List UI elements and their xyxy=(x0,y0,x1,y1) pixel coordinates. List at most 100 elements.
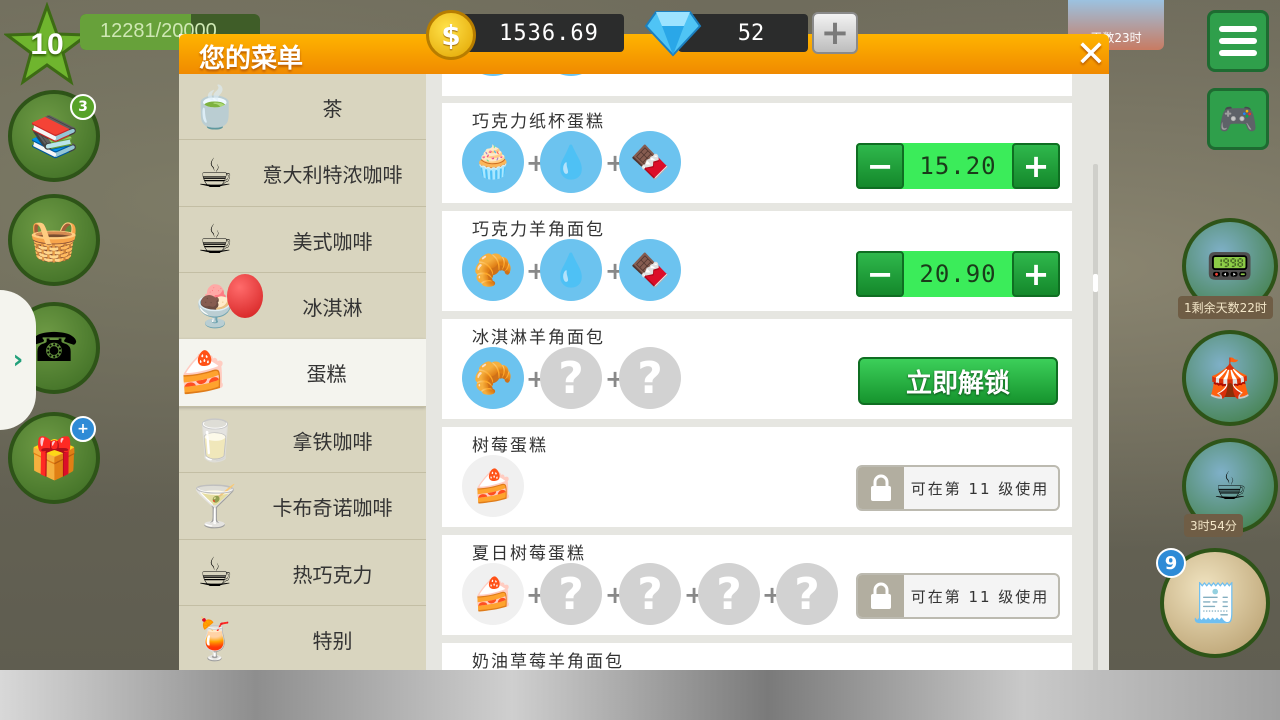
unknown-ingredient-icon: ? xyxy=(540,347,602,409)
increase-price-button[interactable]: + xyxy=(1012,251,1060,297)
card-terminal-icon: 📟 xyxy=(1206,243,1254,288)
category-item[interactable]: 🍹 特别 xyxy=(179,606,426,670)
recipe-name: 夏日树莓蛋糕 xyxy=(472,544,586,564)
category-item[interactable]: 🍸 卡布奇诺咖啡 xyxy=(179,473,426,540)
coin-amount: 1536.69 xyxy=(499,20,599,46)
gift-icon: 🎁 xyxy=(29,435,79,482)
menu-line xyxy=(1219,26,1257,32)
chocolate-drop-icon: 💧 xyxy=(540,239,602,301)
unknown-ingredient-icon: ? xyxy=(698,563,760,625)
croissant-icon: 🥐 xyxy=(462,239,524,301)
tent-icon: 🎪 xyxy=(1206,355,1254,400)
level-star-icon[interactable]: 10 xyxy=(4,2,90,88)
recipe-name: 冰淇淋羊角面包 xyxy=(472,328,605,348)
category-item[interactable]: 🍨 冰淇淋 xyxy=(179,273,426,340)
gamepad-button[interactable]: 🎮 xyxy=(1207,88,1269,150)
inventory-badge: 3 xyxy=(70,94,96,120)
menu-dialog: 您的菜单 🍵 茶 ☕ 意大利特浓咖啡 ☕ 美式咖啡 🍨 冰淇淋 🍰 蛋糕 🥛 拿铁咖啡 🍸 卡布奇诺咖啡 ☕… xyxy=(179,34,1109,670)
recipe-name: 奶油草莓羊角面包 xyxy=(472,652,624,670)
category-label: 拿铁咖啡 xyxy=(292,429,373,454)
unknown-ingredient-icon: ? xyxy=(540,563,602,625)
decrease-price-button[interactable]: − xyxy=(856,251,904,297)
close-dialog-button[interactable]: ✕ xyxy=(1072,33,1110,75)
cake-icon: 🍰 xyxy=(179,349,228,396)
recipe-name: 巧克力羊角面包 xyxy=(472,220,605,240)
coffee-cup-icon: ☕ xyxy=(1212,464,1248,508)
price-stepper: −15.20 + xyxy=(856,143,1060,189)
chevron-right-icon: › xyxy=(12,345,24,375)
category-item[interactable]: 🍵 茶 xyxy=(179,74,426,140)
decrease-price-button[interactable]: − xyxy=(856,143,904,189)
recipe-card: 树莓蛋糕 🍰 可在第 11 级使用 xyxy=(442,427,1072,527)
scrollbar-thumb[interactable] xyxy=(1093,274,1098,292)
cupcake-icon: 🧁 xyxy=(462,131,524,193)
cash-register-icon: 🧾 xyxy=(1191,580,1239,625)
flour-sack-icon: 🧺 xyxy=(29,217,79,264)
market-button[interactable]: 🎪 xyxy=(1182,330,1278,426)
croissant-icon: 🥐 xyxy=(462,347,524,409)
raspberry-cake-icon: 🍰 xyxy=(462,455,524,517)
recipe-card: 夏日树莓蛋糕 🍰 +? +? +? +? 可在第 11 级使用 xyxy=(442,535,1072,635)
ingredient-icon xyxy=(462,74,524,76)
terminal-timer-tag: 1剩余天数22时 xyxy=(1178,296,1273,319)
tea-cup-icon: 🍵 xyxy=(190,84,240,131)
recipe-card-partial xyxy=(442,74,1072,96)
latte-glass-icon: 🥛 xyxy=(190,417,240,464)
category-item[interactable]: ☕ 热巧克力 xyxy=(179,540,426,607)
cappuccino-glass-icon: 🍸 xyxy=(190,484,240,531)
gamepad-icon: 🎮 xyxy=(1218,100,1258,138)
floor-background xyxy=(0,670,1280,720)
increase-price-button[interactable]: + xyxy=(1012,143,1060,189)
category-label: 美式咖啡 xyxy=(292,229,373,254)
price-value: 15.20 xyxy=(919,152,997,180)
gift-button[interactable]: 🎁 + xyxy=(8,412,100,504)
unlock-now-button[interactable]: 立即解锁 xyxy=(858,357,1058,405)
recipe-list: 巧克力纸杯蛋糕 🧁 + 💧 + 🍫 −15.20 + 巧克力羊角面包 🥐 + 💧 + 🍫 −20.90 + 冰淇… xyxy=(426,74,1109,670)
category-label: 意大利特浓咖啡 xyxy=(262,163,403,188)
plus-icon: + xyxy=(820,13,850,53)
level-number: 10 xyxy=(30,28,64,61)
phone-icon: ☎ xyxy=(29,325,79,371)
category-label: 茶 xyxy=(322,96,343,121)
add-gems-button[interactable]: + xyxy=(812,12,858,54)
chocolate-bar-icon: 🍫 xyxy=(619,239,681,301)
ingredient-icon xyxy=(540,74,602,76)
unknown-ingredient-icon: ? xyxy=(619,563,681,625)
category-item[interactable]: ☕ 美式咖啡 xyxy=(179,207,426,274)
inventory-button[interactable]: 📚 3 xyxy=(8,90,100,182)
americano-cup-icon: ☕ xyxy=(197,217,233,264)
dialog-title: 您的菜单 xyxy=(199,44,304,74)
ingredients-button[interactable]: 🧺 xyxy=(8,194,100,286)
raspberry-cake-icon: 🍰 xyxy=(462,563,524,625)
recipe-card: 巧克力纸杯蛋糕 🧁 + 💧 + 🍫 −15.20 + xyxy=(442,103,1072,203)
category-label: 热巧克力 xyxy=(292,562,373,587)
expand-side-tab[interactable]: › xyxy=(0,290,36,430)
recipe-name: 巧克力纸杯蛋糕 xyxy=(472,112,605,132)
level-lock-badge: 可在第 11 级使用 xyxy=(856,465,1060,511)
lock-icon xyxy=(858,575,904,617)
recipe-card: 冰淇淋羊角面包 🥐 +? +? 立即解锁 xyxy=(442,319,1072,419)
level-lock-badge: 可在第 11 级使用 xyxy=(856,573,1060,619)
register-badge: 9 xyxy=(1156,548,1186,578)
category-item[interactable]: 🍰 蛋糕 xyxy=(179,339,426,408)
price-stepper: −20.90 + xyxy=(856,251,1060,297)
coin-balance: 1536.69 xyxy=(452,14,624,52)
category-label: 特别 xyxy=(312,629,353,654)
recipe-card: 巧克力羊角面包 🥐 + 💧 + 🍫 −20.90 + xyxy=(442,211,1072,311)
recipe-card: 奶油草莓羊角面包 xyxy=(442,643,1072,670)
coin-symbol: $ xyxy=(441,18,461,52)
scrollbar[interactable] xyxy=(1093,164,1098,670)
close-icon: ✕ xyxy=(1075,33,1107,75)
hot-chocolate-icon: ☕ xyxy=(197,550,233,597)
espresso-cup-icon: ☕ xyxy=(197,150,233,197)
category-item[interactable]: 🥛 拿铁咖啡 xyxy=(179,407,426,473)
book-icon: 📚 xyxy=(29,113,79,160)
price-value: 20.90 xyxy=(919,260,997,288)
category-item[interactable]: ☕ 意大利特浓咖啡 xyxy=(179,140,426,207)
category-label: 冰淇淋 xyxy=(302,296,363,321)
lock-level-text: 可在第 11 级使用 xyxy=(910,479,1050,498)
gem-amount: 52 xyxy=(737,20,765,46)
category-label: 蛋糕 xyxy=(306,361,347,386)
gift-badge: + xyxy=(70,416,96,442)
main-menu-button[interactable] xyxy=(1207,10,1269,72)
